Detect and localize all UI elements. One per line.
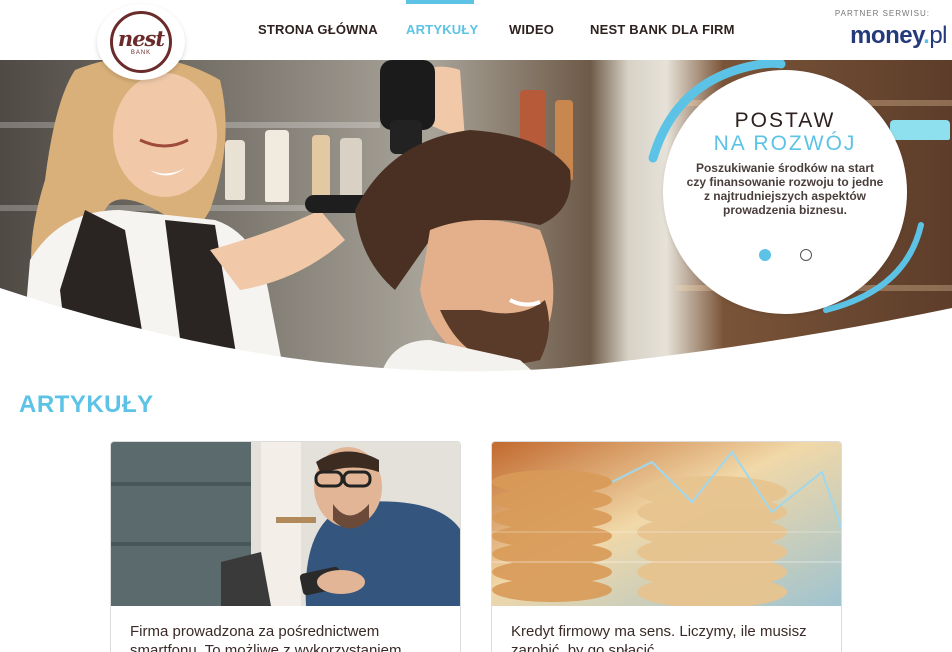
nest-bank-logo[interactable]: nest BANK [97, 4, 185, 80]
hero-description: Poszukiwanie środków na start czy finans… [686, 161, 884, 217]
partner-logo[interactable]: money.pl [850, 22, 947, 50]
article-card[interactable]: Kredyt firmowy ma sens. Liczymy, ile mus… [491, 441, 842, 652]
partner-brand-tld: pl [929, 22, 947, 49]
nav-item-articles[interactable]: ARTYKUŁY [406, 22, 478, 37]
section-title: ARTYKUŁY [19, 391, 154, 418]
article-image [111, 442, 460, 606]
logo-wordmark: nest [117, 25, 165, 51]
article-title[interactable]: Firma prowadzona za pośrednictwem smartf… [130, 622, 445, 652]
article-title[interactable]: Kredyt firmowy ma sens. Liczymy, ile mus… [511, 622, 826, 652]
partner-label: PARTNER SERWISU: [834, 9, 930, 18]
nav-item-video[interactable]: WIDEO [509, 22, 554, 37]
article-photo [492, 442, 841, 606]
slider-dot-2[interactable] [800, 249, 812, 261]
article-card[interactable]: Firma prowadzona za pośrednictwem smartf… [110, 441, 461, 652]
nav-item-business[interactable]: NEST BANK DLA FIRM [590, 22, 735, 37]
hero-banner: POSTAW NA ROZWÓJ Poszukiwanie środków na… [0, 60, 952, 378]
article-photo [111, 442, 460, 606]
hero-title-line1: POSTAW [734, 109, 836, 132]
nav-active-indicator [406, 0, 474, 4]
nav-item-home[interactable]: STRONA GŁÓWNA [258, 22, 378, 37]
logo-ring: nest BANK [110, 11, 172, 73]
logo-subtext: BANK [130, 49, 152, 56]
article-image [492, 442, 841, 606]
hero-title-line2: NA ROZWÓJ [713, 132, 857, 155]
partner-brand: money [850, 22, 924, 49]
hero-promo-circle: POSTAW NA ROZWÓJ Poszukiwanie środków na… [663, 70, 907, 314]
slider-dot-1[interactable] [759, 249, 771, 261]
